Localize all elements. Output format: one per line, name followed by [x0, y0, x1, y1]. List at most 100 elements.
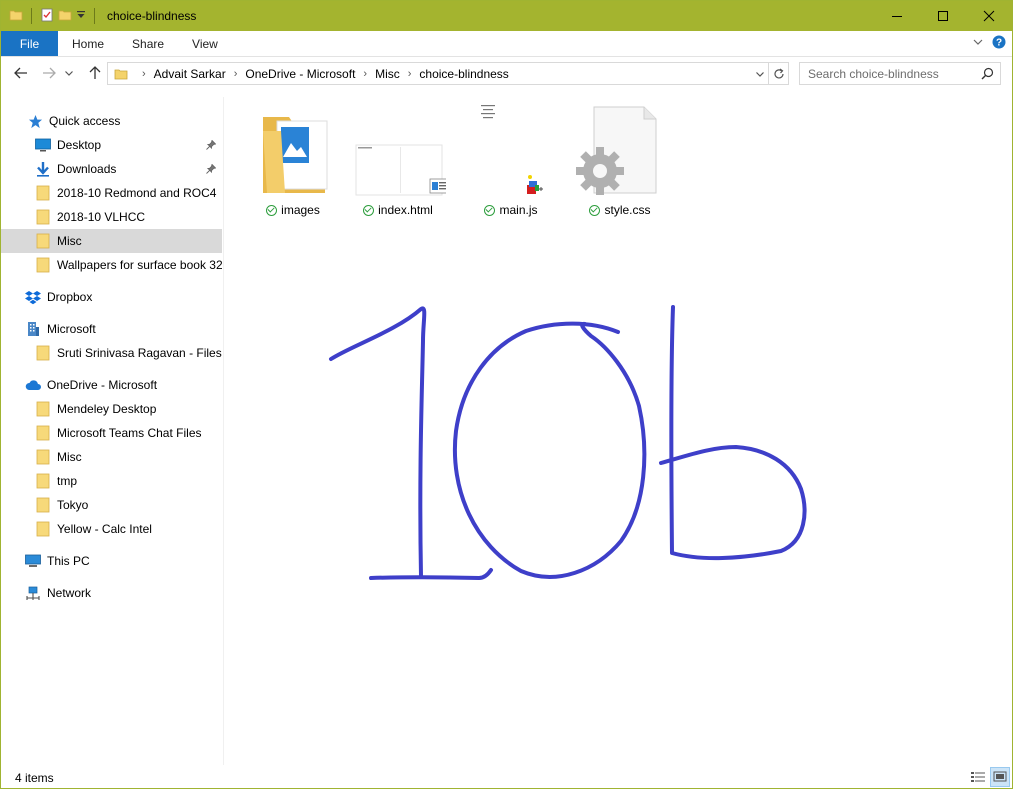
building-icon: [25, 321, 41, 337]
folder-icon: [35, 401, 51, 417]
expand-ribbon-icon[interactable]: [972, 36, 984, 51]
sidebar-item-label: Tokyo: [57, 498, 89, 512]
sidebar-item-label: Microsoft Teams Chat Files: [57, 426, 202, 440]
breadcrumb-item-current[interactable]: choice-blindness: [419, 67, 508, 81]
sidebar-item-dropbox[interactable]: Dropbox: [1, 285, 222, 309]
sidebar-item-label: Mendeley Desktop: [57, 402, 157, 416]
sidebar-item-yellow-calc[interactable]: Yellow - Calc Intel: [1, 517, 222, 541]
pin-icon[interactable]: [206, 163, 217, 177]
sidebar-item-this-pc[interactable]: This PC: [1, 549, 222, 573]
sidebar-item-sruti-files[interactable]: Sruti Srinivasa Ragavan - Files: [1, 341, 222, 365]
chevron-right-icon[interactable]: ›: [363, 68, 367, 80]
search-box[interactable]: [799, 62, 1001, 85]
sidebar-item-redmond-roc4[interactable]: 2018-10 Redmond and ROC4: [1, 181, 222, 205]
sync-status-icon: [484, 204, 496, 216]
tab-home[interactable]: Home: [58, 31, 118, 56]
search-input[interactable]: [808, 66, 978, 81]
sidebar-item-misc-quick[interactable]: Misc: [1, 229, 222, 253]
breadcrumb-item-misc[interactable]: Misc: [375, 67, 400, 81]
new-folder-icon[interactable]: [58, 8, 72, 25]
large-icons-view-button[interactable]: [990, 767, 1010, 787]
forward-button[interactable]: [37, 61, 61, 85]
file-name: images: [266, 203, 320, 217]
close-button[interactable]: [966, 1, 1012, 31]
status-bar: 4 items: [1, 767, 1012, 788]
sidebar-item-vlhcc[interactable]: 2018-10 VLHCC: [1, 205, 222, 229]
sidebar-item-quick-access[interactable]: Quick access: [1, 109, 222, 133]
chevron-right-icon[interactable]: ›: [408, 68, 412, 80]
sync-status-icon: [589, 204, 601, 216]
breadcrumb-item-onedrive[interactable]: OneDrive - Microsoft: [245, 67, 355, 81]
navigation-pane: Quick access Desktop Downloads 2018-10 R…: [1, 97, 223, 767]
title-bar[interactable]: choice-blindness: [1, 1, 1012, 31]
sidebar-item-downloads[interactable]: Downloads: [1, 157, 222, 181]
folder-icon: [114, 67, 128, 81]
folder-icon: [35, 209, 51, 225]
sidebar-item-label: Misc: [57, 234, 82, 248]
sidebar-item-label: Sruti Srinivasa Ragavan - Files: [57, 346, 222, 360]
file-name-text: index.html: [378, 203, 433, 217]
tab-view[interactable]: View: [178, 31, 232, 56]
sidebar-item-tmp[interactable]: tmp: [1, 469, 222, 493]
maximize-button[interactable]: [920, 1, 966, 31]
toolbar-separator: [31, 8, 32, 24]
search-icon[interactable]: [981, 67, 994, 83]
tab-file[interactable]: File: [1, 31, 58, 56]
sidebar-item-label: Downloads: [57, 162, 117, 176]
sidebar-item-microsoft[interactable]: Microsoft: [1, 317, 222, 341]
network-icon: [25, 585, 41, 601]
sidebar-item-label: Dropbox: [47, 290, 93, 304]
address-bar[interactable]: › Advait Sarkar › OneDrive - Microsoft ›…: [107, 62, 769, 85]
sidebar-item-label: Quick access: [49, 114, 121, 128]
tab-share[interactable]: Share: [118, 31, 178, 56]
pane-divider[interactable]: [223, 97, 224, 765]
file-item-style-css[interactable]: style.css: [570, 105, 670, 225]
sidebar-item-onedrive[interactable]: OneDrive - Microsoft: [1, 373, 222, 397]
up-button[interactable]: [83, 61, 107, 85]
folder-icon: [35, 521, 51, 537]
sidebar-item-label: Network: [47, 586, 92, 600]
minimize-button[interactable]: [874, 1, 920, 31]
chevron-right-icon[interactable]: ›: [142, 68, 146, 80]
sidebar-item-teams-chat[interactable]: Microsoft Teams Chat Files: [1, 421, 222, 445]
details-view-icon: [971, 772, 985, 782]
folder-icon: [35, 233, 51, 249]
sidebar-item-tokyo[interactable]: Tokyo: [1, 493, 222, 517]
properties-icon[interactable]: [40, 8, 54, 25]
pin-icon[interactable]: [206, 139, 217, 153]
item-count: 4 items: [15, 770, 54, 785]
sidebar-item-label: Desktop: [57, 138, 102, 152]
sidebar-item-network[interactable]: Network: [1, 581, 222, 605]
sidebar-item-label: 2018-10 Redmond and ROC4: [57, 186, 217, 200]
sidebar-item-label: This PC: [47, 554, 90, 568]
sidebar-item-mendeley[interactable]: Mendeley Desktop: [1, 397, 222, 421]
recent-locations-button[interactable]: [61, 61, 77, 85]
back-arrow-icon: [14, 67, 27, 79]
file-item-main-js[interactable]: main.js: [461, 105, 561, 225]
folder-icon: [9, 8, 23, 25]
css-thumbnail: [572, 105, 668, 201]
sidebar-item-wallpapers[interactable]: Wallpapers for surface book 324: [1, 253, 222, 277]
back-button[interactable]: [9, 61, 33, 85]
folder-icon: [35, 185, 51, 201]
refresh-button[interactable]: [769, 62, 789, 85]
view-switcher: [968, 767, 1010, 787]
navigation-bar: › Advait Sarkar › OneDrive - Microsoft ›…: [1, 58, 1012, 88]
file-item-index-html[interactable]: index.html: [348, 105, 451, 225]
customize-toolbar-icon[interactable]: [76, 9, 86, 23]
folder-thumbnail: [245, 105, 341, 201]
svg-text:?: ?: [996, 38, 1002, 49]
file-item-images[interactable]: images: [243, 105, 343, 225]
address-dropdown-button[interactable]: [752, 63, 768, 84]
folder-icon: [35, 257, 51, 273]
ribbon-controls: ?: [972, 31, 1012, 56]
help-icon[interactable]: ?: [992, 35, 1006, 52]
sidebar-item-label: OneDrive - Microsoft: [47, 378, 158, 392]
chevron-right-icon[interactable]: ›: [234, 68, 238, 80]
sidebar-item-label: Yellow - Calc Intel: [57, 522, 152, 536]
breadcrumb: › Advait Sarkar › OneDrive - Microsoft ›…: [134, 67, 509, 81]
breadcrumb-item-user[interactable]: Advait Sarkar: [154, 67, 226, 81]
details-view-button[interactable]: [968, 767, 988, 787]
sidebar-item-desktop[interactable]: Desktop: [1, 133, 222, 157]
sidebar-item-misc[interactable]: Misc: [1, 445, 222, 469]
